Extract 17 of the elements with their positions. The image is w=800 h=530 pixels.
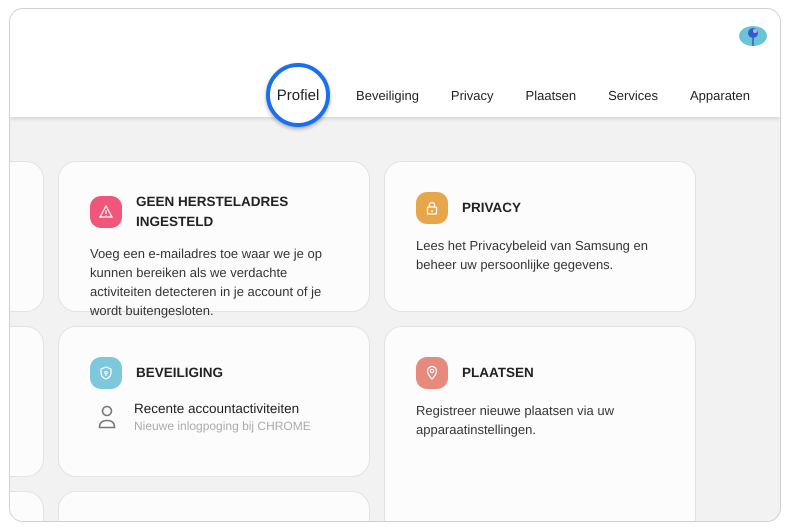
nav-tab[interactable]: Apparaten [674,75,766,115]
activity-subtitle: Nieuwe inlogpoging bij CHROME [134,419,311,433]
nav-tab[interactable]: Plaatsen [510,75,592,115]
card-description: Voeg een e-mailadres toe waar we je op kunnen bereiken als we verdachte activiteiten detecteren in je account of je wordt buitengesloten. [90,245,323,320]
person-icon [98,405,116,429]
card-description: Registreer nieuwe plaatsen via uw apparaatinstellingen. [416,402,615,439]
activity-title[interactable]: Recente accountactiviteiten [134,401,311,416]
card-title: GEEN HERSTELADRES INGESTELD [136,193,290,231]
nav-tab[interactable]: Profiel [266,63,330,127]
card-title: PRIVACY [462,199,522,217]
avatar[interactable] [739,26,767,46]
nav-tab[interactable]: Beveiliging [340,75,435,115]
card-title: BEVEILIGING [136,364,224,382]
nav-tab[interactable]: Services [592,75,674,115]
card-description: Lees het Privacybeleid van Samsung en beheer uw persoonlijke gegevens. [416,237,649,274]
nav-tab[interactable]: Privacy [434,75,510,115]
card-title: PLAATSEN [462,364,534,382]
